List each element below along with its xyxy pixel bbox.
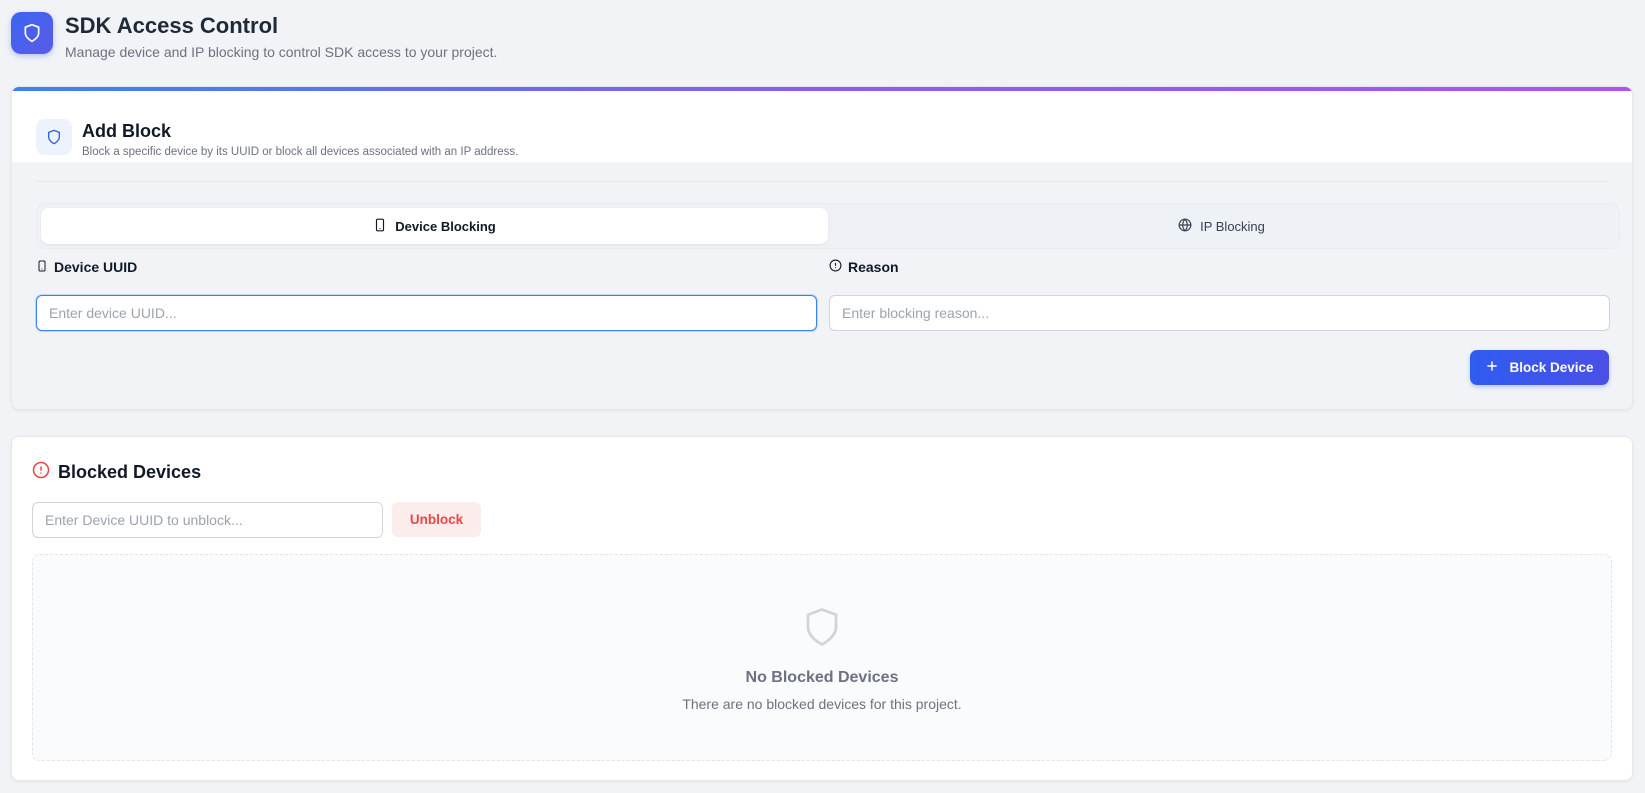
divider — [36, 181, 1608, 182]
alert-circle-icon — [829, 259, 842, 275]
smartphone-icon — [36, 259, 48, 275]
shield-icon — [801, 604, 843, 655]
tab-label: Device Blocking — [395, 218, 496, 234]
unblock-button[interactable]: Unblock — [392, 502, 481, 537]
device-uuid-placeholder: Enter device UUID... — [49, 305, 177, 321]
page-title: SDK Access Control — [65, 13, 279, 38]
empty-state-description: There are no blocked devices for this pr… — [682, 695, 962, 712]
plus-icon — [1485, 359, 1499, 376]
reason-label-text: Reason — [848, 259, 899, 275]
block-type-tabs: Device Blocking IP Blocking — [36, 203, 1620, 249]
unblock-uuid-input[interactable]: Enter Device UUID to unblock... — [32, 502, 383, 538]
blocked-devices-heading: Blocked Devices — [32, 461, 201, 484]
blocked-devices-title: Blocked Devices — [58, 462, 202, 482]
device-uuid-input[interactable]: Enter device UUID... — [36, 295, 817, 331]
reason-label: Reason — [829, 259, 899, 275]
empty-state-title: No Blocked Devices — [745, 668, 899, 686]
reason-input[interactable]: Enter blocking reason... — [829, 295, 1610, 331]
empty-state: No Blocked Devices There are no blocked … — [32, 554, 1612, 761]
block-device-button[interactable]: Block Device — [1470, 350, 1609, 385]
add-block-description: Block a specific device by its UUID or b… — [82, 146, 519, 158]
device-uuid-label: Device UUID — [36, 259, 137, 275]
add-block-card: Add Block Block a specific device by its… — [11, 86, 1633, 410]
block-device-label: Block Device — [1509, 360, 1594, 375]
tab-label: IP Blocking — [1200, 218, 1265, 234]
page-header: SDK Access Control Manage device and IP … — [11, 12, 497, 60]
page-subtitle: Manage device and IP blocking to control… — [65, 44, 498, 60]
tab-ip-blocking[interactable]: IP Blocking — [828, 208, 1615, 244]
unblock-placeholder: Enter Device UUID to unblock... — [45, 512, 243, 528]
shield-icon — [36, 119, 72, 155]
blocked-devices-card: Blocked Devices Enter Device UUID to unb… — [11, 436, 1633, 781]
device-uuid-label-text: Device UUID — [54, 259, 138, 275]
shield-icon — [11, 12, 53, 54]
add-block-title: Add Block — [82, 121, 172, 141]
smartphone-icon — [373, 218, 387, 235]
globe-icon — [1178, 218, 1192, 235]
reason-placeholder: Enter blocking reason... — [842, 305, 990, 321]
alert-circle-icon — [32, 461, 50, 484]
tab-device-blocking[interactable]: Device Blocking — [41, 208, 828, 244]
